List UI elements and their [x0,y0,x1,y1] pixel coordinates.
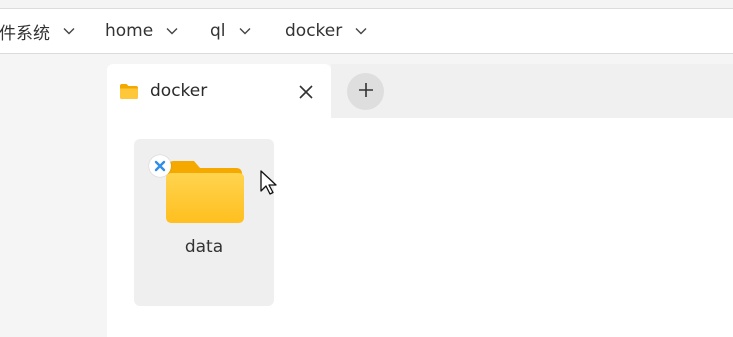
tab-label: docker [150,81,208,101]
chevron-down-icon[interactable] [354,26,368,36]
x-badge-icon [149,155,171,177]
tab-bar [331,64,733,118]
chevron-down-icon[interactable] [238,26,252,36]
plus-icon [358,82,374,102]
file-item-folder[interactable]: data [134,139,274,306]
breadcrumb-item-docker[interactable]: docker [285,9,368,53]
new-tab-button[interactable] [347,73,384,110]
breadcrumb-label: docker [285,21,343,41]
folder-icon [120,84,138,99]
breadcrumb-label: home [105,21,154,41]
chevron-down-icon[interactable] [165,26,179,36]
tab-docker[interactable]: docker [107,64,331,120]
breadcrumb-item-ql[interactable]: ql [210,9,252,53]
breadcrumb-label: ql [210,21,226,41]
breadcrumb: 件系统 home ql docker [0,9,733,54]
folder-icon [164,159,244,225]
breadcrumb-item-home[interactable]: home [105,9,179,53]
breadcrumb-item-filesystem[interactable]: 件系统 [0,9,76,53]
window-top-strip [0,0,733,9]
chevron-down-icon[interactable] [62,26,76,36]
file-name: data [184,237,224,257]
close-icon[interactable] [297,83,315,101]
breadcrumb-label: 件系统 [0,23,50,44]
mouse-cursor-icon [259,169,279,197]
